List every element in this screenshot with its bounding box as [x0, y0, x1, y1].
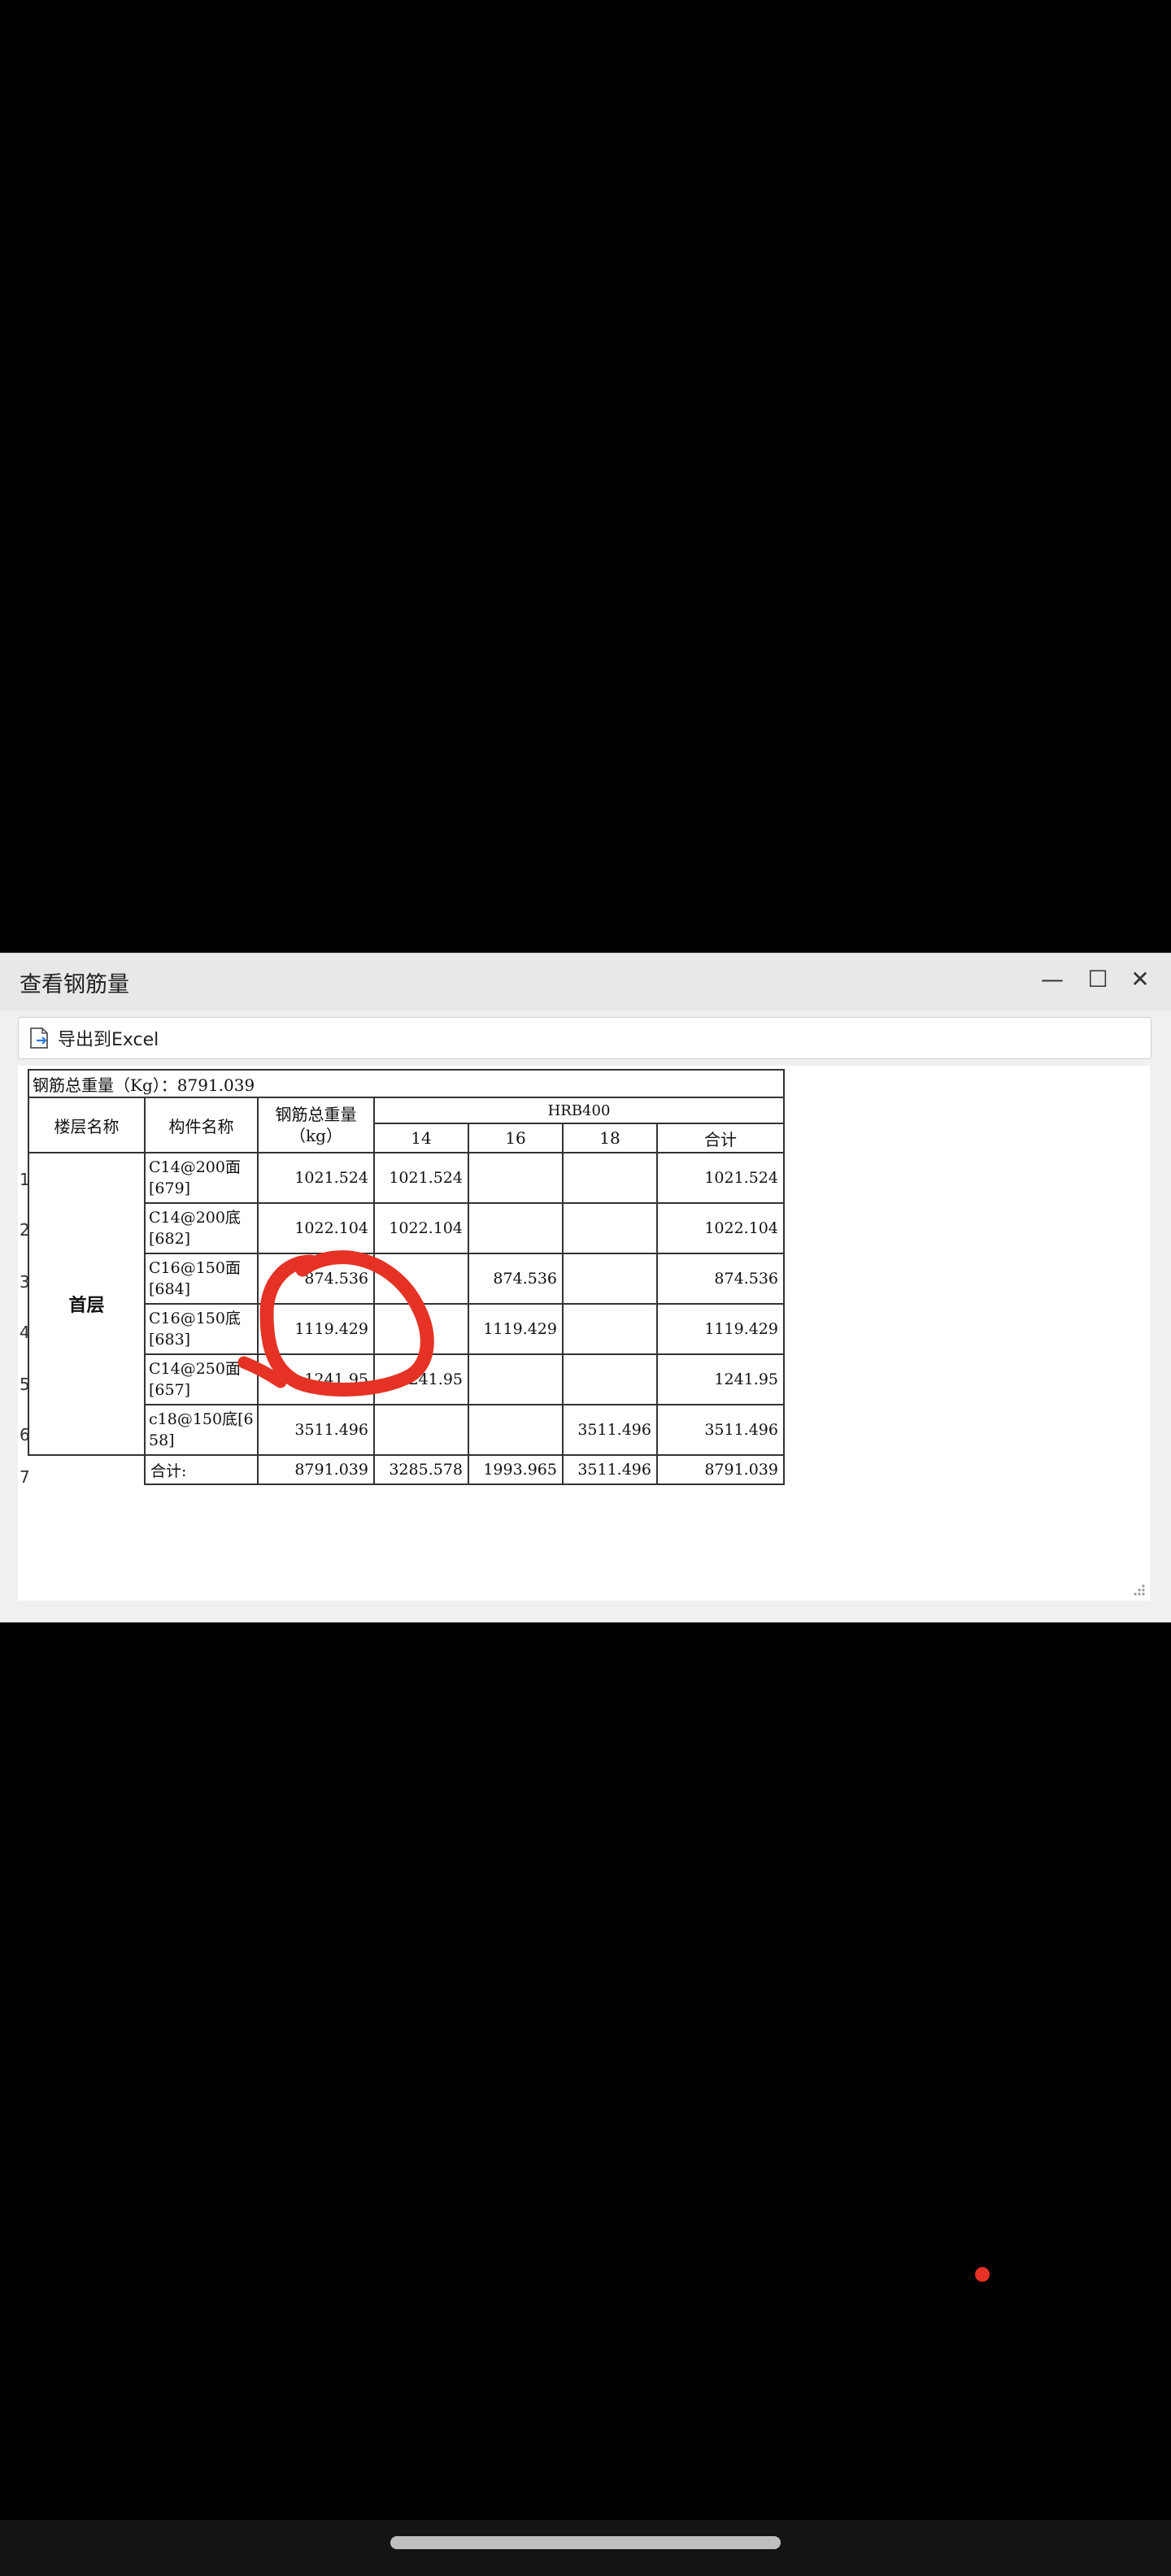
header-dia-18: 18: [562, 1123, 658, 1153]
component-name: C16@150面[684]: [144, 1253, 259, 1305]
dia-18-cell: 3511.496: [562, 1404, 658, 1456]
subtotal-cell: 1119.429: [656, 1303, 785, 1355]
dia-16-cell: [468, 1353, 564, 1405]
dia-18-cell: [562, 1253, 658, 1305]
rebar-table: 钢筋总重量（Kg）：8791.039 楼层名称 构件名称 钢筋总重量（kg） H…: [28, 1069, 785, 1485]
export-button-label: 导出到Excel: [58, 1030, 159, 1050]
header-dia-14: 14: [373, 1123, 469, 1153]
total-dia-16-cell: 1993.965: [468, 1454, 564, 1485]
total-dia-14-cell: 3285.578: [373, 1454, 469, 1485]
dia-14-cell: 1022.104: [373, 1202, 469, 1254]
resize-grip-icon[interactable]: [1132, 1583, 1147, 1597]
component-name: c18@150底[658]: [144, 1404, 259, 1456]
dia-18-cell: [562, 1303, 658, 1355]
dia-14-cell: [373, 1404, 469, 1456]
dia-14-cell: 1021.524: [373, 1152, 469, 1204]
subtotal-cell: 3511.496: [656, 1404, 785, 1456]
subtotal-cell: 1021.524: [656, 1152, 785, 1204]
dia-14-cell: [373, 1303, 469, 1355]
total-label: 合计:: [144, 1454, 259, 1485]
phone-screen: 查看钢筋量 — ☐ ✕ 导出到Excel 1 2 3 4 5 6 7 钢筋总重量…: [0, 0, 1171, 2576]
subtotal-cell: 1022.104: [656, 1202, 785, 1254]
home-indicator[interactable]: [390, 2536, 781, 2549]
dia-16-cell: 1119.429: [468, 1303, 564, 1355]
report-area: 1 2 3 4 5 6 7 钢筋总重量（Kg）：8791.039 楼层名称 构件…: [18, 1066, 1150, 1601]
dia-18-cell: [562, 1152, 658, 1204]
dia-16-cell: [468, 1404, 564, 1456]
table-row[interactable]: 首层 C14@200面[679] 1021.524 1021.524 1021.…: [28, 1152, 785, 1456]
close-button[interactable]: ✕: [1122, 962, 1158, 997]
dia-18-cell: [562, 1353, 658, 1405]
window-title: 查看钢筋量: [20, 972, 129, 997]
total-weight-cell: 8791.039: [257, 1454, 375, 1485]
export-excel-icon: [27, 1026, 51, 1050]
header-total-weight: 钢筋总重量（kg）: [257, 1097, 375, 1153]
toolbar: 导出到Excel: [18, 1017, 1151, 1059]
component-name: C14@200面[679]: [144, 1152, 259, 1204]
component-name: C14@200底[682]: [144, 1202, 259, 1254]
weight-cell: 1119.429: [257, 1303, 375, 1355]
title-bar: 查看钢筋量 — ☐ ✕: [0, 954, 1171, 1010]
floor-name-cell: 首层: [28, 1152, 146, 1456]
header-subtotal: 合计: [656, 1123, 785, 1153]
weight-cell: 874.536: [257, 1253, 375, 1305]
weight-cell: 1241.95: [257, 1353, 375, 1405]
export-to-excel-button[interactable]: 导出到Excel: [27, 1021, 159, 1055]
subtotal-cell: 874.536: [656, 1253, 785, 1305]
total-weight-label: 钢筋总重量（Kg）：8791.039: [28, 1069, 785, 1098]
header-floor-name: 楼层名称: [28, 1097, 146, 1153]
dia-18-cell: [562, 1202, 658, 1254]
header-component-name: 构件名称: [144, 1097, 259, 1153]
table-total-row[interactable]: 合计: 8791.039 3285.578 1993.965 3511.496 …: [28, 1454, 785, 1485]
header-dia-16: 16: [468, 1123, 564, 1153]
weight-cell: 1022.104: [257, 1202, 375, 1254]
component-name: C16@150底[683]: [144, 1303, 259, 1355]
dia-16-cell: [468, 1202, 564, 1254]
rebar-quantity-window: 查看钢筋量 — ☐ ✕ 导出到Excel 1 2 3 4 5 6 7 钢筋总重量…: [0, 953, 1171, 1622]
dia-16-cell: [468, 1152, 564, 1204]
dia-16-cell: 874.536: [468, 1253, 564, 1305]
weight-cell: 3511.496: [257, 1404, 375, 1456]
minimize-button[interactable]: —: [1034, 962, 1070, 997]
dia-14-cell: [373, 1253, 469, 1305]
total-subtotal-cell: 8791.039: [656, 1454, 785, 1485]
weight-cell: 1021.524: [257, 1152, 375, 1204]
total-dia-18-cell: 3511.496: [562, 1454, 658, 1485]
maximize-button[interactable]: ☐: [1080, 962, 1116, 997]
dia-14-cell: 1241.95: [373, 1353, 469, 1405]
header-grade: HRB400: [373, 1097, 785, 1124]
empty-cell: [28, 1454, 146, 1484]
subtotal-cell: 1241.95: [656, 1353, 785, 1405]
component-name: C14@250面[657]: [144, 1353, 259, 1405]
recording-indicator: [975, 2267, 990, 2282]
